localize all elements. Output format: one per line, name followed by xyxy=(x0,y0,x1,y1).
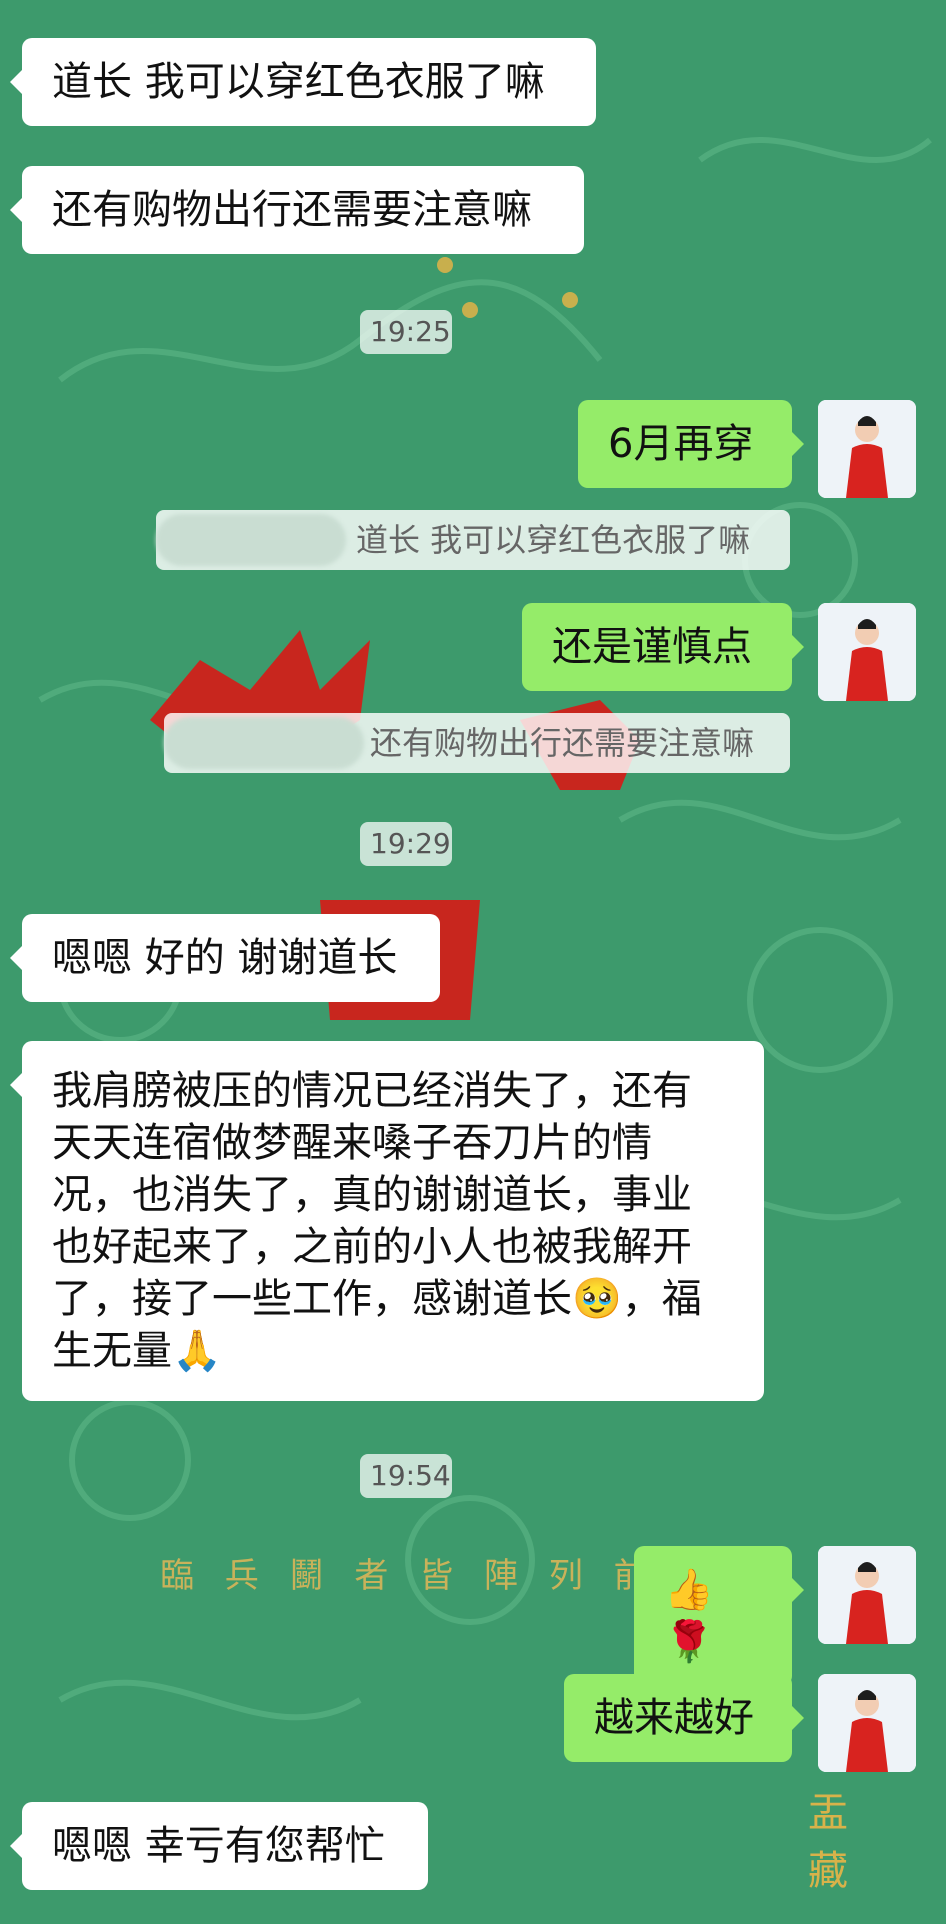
message-line: 生无量🙏 xyxy=(52,1325,734,1377)
pleading-face-emoji: 🥹 xyxy=(572,1276,622,1322)
message-text: ，福 xyxy=(621,1276,702,1322)
message-text: 越来越好 xyxy=(594,1695,754,1741)
blurred-name xyxy=(156,514,346,566)
message-incoming[interactable]: 嗯嗯 好的 谢谢道长 xyxy=(10,914,440,1002)
message-text: 生无量 xyxy=(52,1328,172,1374)
message-line: 天天连宿做梦醒来嗓子吞刀片的情 xyxy=(52,1120,652,1166)
message-incoming[interactable]: 嗯嗯 幸亏有您帮忙 xyxy=(10,1802,428,1890)
message-line: 也好起来了，之前的小人也被我解开 xyxy=(52,1224,692,1270)
message-line: 况，也消失了，真的谢谢道长，事业 xyxy=(52,1172,692,1218)
timestamp: 19:29 xyxy=(360,822,452,866)
avatar[interactable] xyxy=(818,603,916,701)
message-text: 还是谨慎点 xyxy=(552,624,752,670)
message-text: 嗯嗯 幸亏有您帮忙 xyxy=(52,1823,385,1869)
quote-text: 还有购物出行还需要注意嘛 xyxy=(370,724,755,762)
message-line: 了，接了一些工作，感谢道长🥹，福 xyxy=(52,1273,734,1325)
message-text: 道长 我可以穿红色衣服了嘛 xyxy=(52,59,545,105)
avatar[interactable] xyxy=(818,1546,916,1644)
message-line: 我肩膀被压的情况已经消失了，还有 xyxy=(52,1068,692,1114)
blurred-name xyxy=(164,717,364,769)
message-outgoing[interactable]: 越来越好 xyxy=(564,1674,804,1762)
message-incoming[interactable]: 道长 我可以穿红色衣服了嘛 xyxy=(10,38,596,126)
avatar[interactable] xyxy=(818,400,916,498)
avatar[interactable] xyxy=(818,1674,916,1772)
message-text: 还有购物出行还需要注意嘛 xyxy=(52,187,532,233)
timestamp: 19:54 xyxy=(360,1454,452,1498)
avatar-image xyxy=(818,1546,916,1644)
quoted-message[interactable]: 道长 我可以穿红色衣服了嘛 xyxy=(156,510,790,570)
message-incoming[interactable]: 我肩膀被压的情况已经消失了，还有 天天连宿做梦醒来嗓子吞刀片的情 况，也消失了，… xyxy=(10,1041,764,1401)
message-outgoing[interactable]: 👍🌹 xyxy=(634,1546,804,1686)
message-text: 了，接了一些工作，感谢道长 xyxy=(52,1276,572,1322)
message-text: 嗯嗯 好的 谢谢道长 xyxy=(52,935,398,981)
avatar-image xyxy=(818,400,916,498)
message-incoming[interactable]: 还有购物出行还需要注意嘛 xyxy=(10,166,584,254)
folded-hands-emoji: 🙏 xyxy=(172,1328,222,1374)
avatar-image xyxy=(818,1674,916,1772)
quoted-message[interactable]: 还有购物出行还需要注意嘛 xyxy=(164,713,790,773)
thumbs-up-rose-emoji: 👍🌹 xyxy=(664,1567,714,1665)
message-outgoing[interactable]: 6月再穿 xyxy=(578,400,804,488)
message-text: 6月再穿 xyxy=(608,421,754,467)
message-outgoing[interactable]: 还是谨慎点 xyxy=(522,603,804,691)
avatar-image xyxy=(818,603,916,701)
corner-text: 盂 藏 xyxy=(808,1790,848,1894)
timestamp: 19:25 xyxy=(360,310,452,354)
quote-text: 道长 我可以穿红色衣服了嘛 xyxy=(356,521,751,559)
